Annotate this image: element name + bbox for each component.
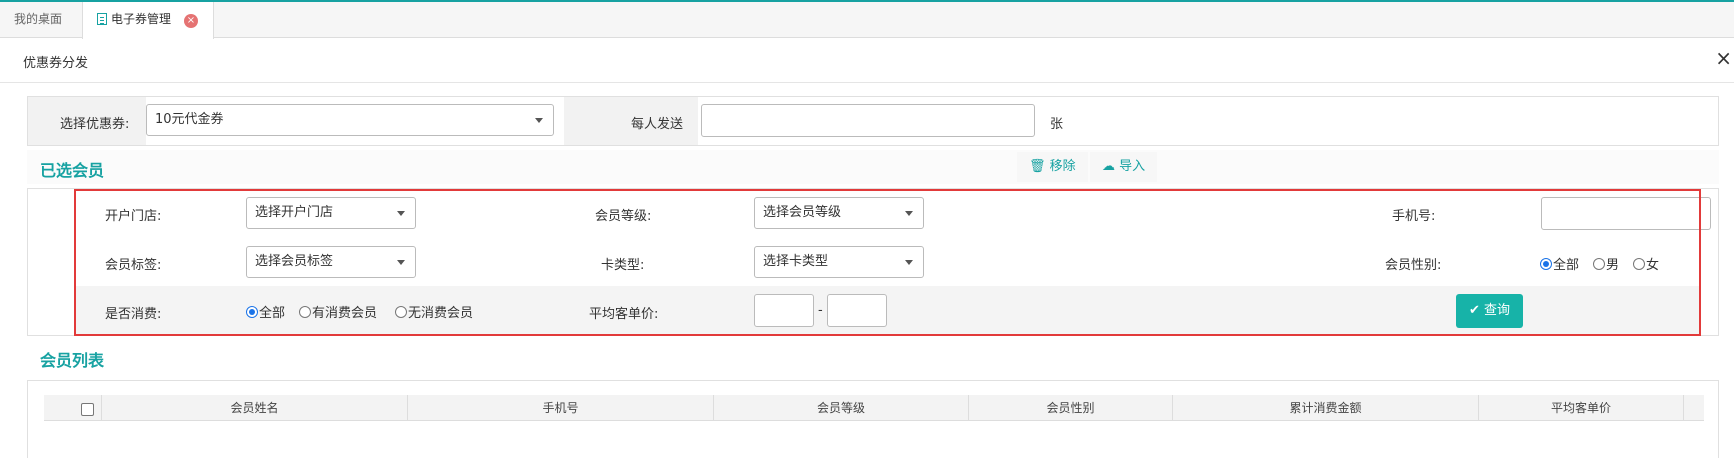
document-icon xyxy=(97,13,107,25)
select-all-cell xyxy=(44,395,102,421)
column-header[interactable]: 会员等级 xyxy=(714,395,969,421)
highlight-box xyxy=(74,189,1701,336)
per-person-label: 每人发送 xyxy=(631,117,684,132)
close-panel-icon[interactable]: × xyxy=(1715,48,1732,68)
import-button[interactable]: ☁ 导入 xyxy=(1090,152,1158,182)
column-header[interactable]: 平均客单价 xyxy=(1479,395,1684,421)
select-coupon-label: 选择优惠券: xyxy=(60,117,130,132)
tab-label: 电子券管理 xyxy=(111,12,172,26)
coupon-select[interactable]: 10元代金券 xyxy=(146,104,554,136)
selected-members-band xyxy=(27,150,1719,184)
tab-label: 我的桌面 xyxy=(14,12,63,26)
tab-my-desktop[interactable]: 我的桌面 xyxy=(0,2,76,38)
unit-label: 张 xyxy=(1050,117,1064,132)
select-all-checkbox[interactable] xyxy=(81,403,94,416)
column-header[interactable]: 手机号 xyxy=(408,395,714,421)
tab-ecoupon-management[interactable]: 电子券管理 × xyxy=(82,2,214,39)
chevron-down-icon xyxy=(535,118,543,123)
cloud-upload-icon: ☁ xyxy=(1102,159,1115,174)
column-header[interactable]: 会员姓名 xyxy=(102,395,408,421)
selected-members-title: 已选会员 xyxy=(40,161,105,180)
per-person-input[interactable] xyxy=(701,104,1035,137)
column-header[interactable]: 会员性别 xyxy=(969,395,1173,421)
close-tab-icon[interactable]: × xyxy=(184,14,198,28)
panel-title: 优惠券分发 xyxy=(23,56,89,71)
table-header: 会员姓名 手机号 会员等级 会员性别 累计消费金额 平均客单价 xyxy=(44,395,1704,421)
remove-button[interactable]: 🗑 移除 xyxy=(1017,152,1088,182)
panel-header: 优惠券分发 × xyxy=(0,38,1734,83)
member-list-title: 会员列表 xyxy=(40,351,105,370)
column-header[interactable]: 累计消费金额 xyxy=(1173,395,1479,421)
coupon-select-value: 10元代金券 xyxy=(155,112,224,127)
tabs-bar: 我的桌面 电子券管理 × xyxy=(0,0,1734,39)
trash-icon: 🗑 xyxy=(1029,159,1046,174)
